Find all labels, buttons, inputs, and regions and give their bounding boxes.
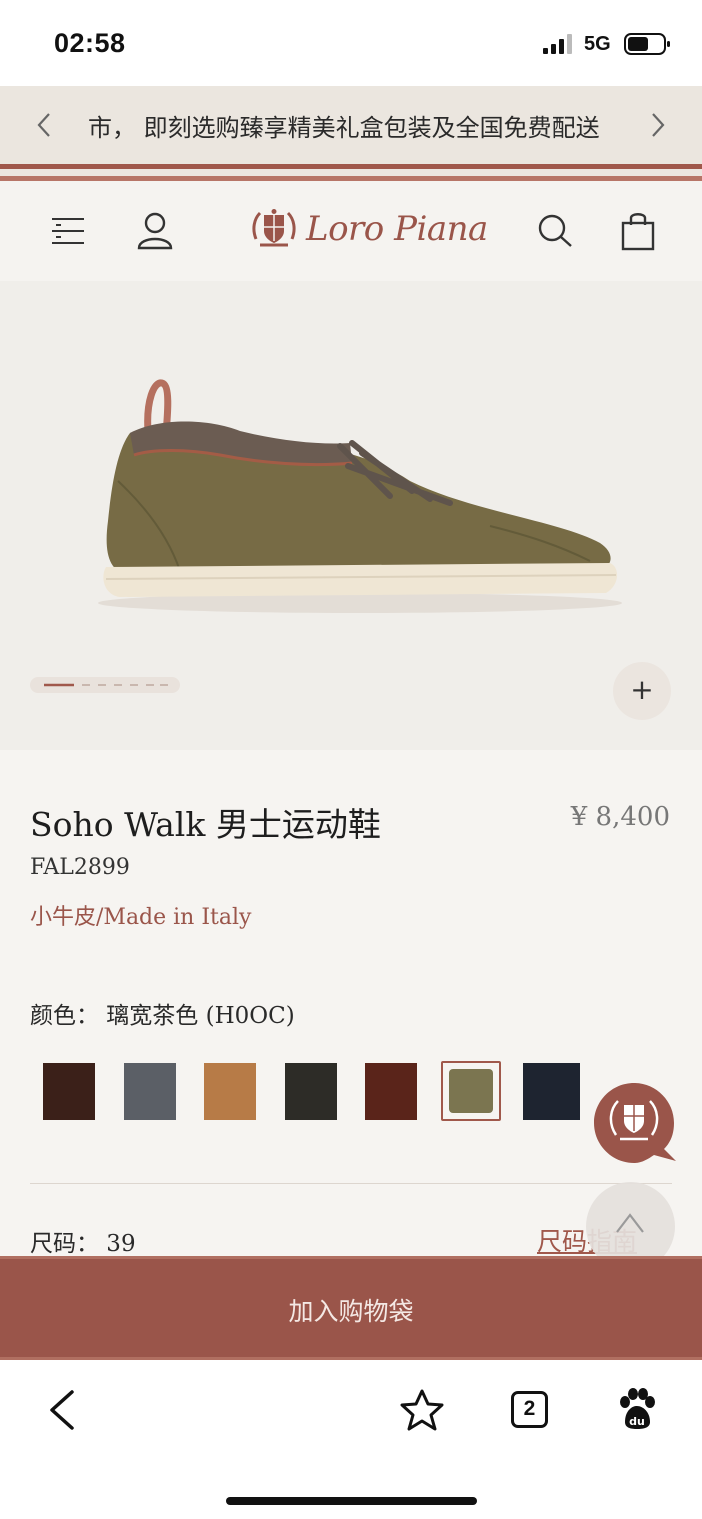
banner-divider [0, 169, 702, 176]
color-swatch[interactable] [124, 1063, 176, 1120]
plus-icon: + [630, 673, 654, 706]
swatch-fill [124, 1063, 176, 1120]
baidu-paw-icon[interactable]: du [617, 1388, 657, 1430]
tab-count: 2 [523, 1397, 536, 1420]
battery-icon [624, 33, 670, 55]
signal-icon [543, 34, 572, 54]
add-to-bag-label: 加入购物袋 [288, 1297, 414, 1326]
site-header: Loro Piana [0, 181, 702, 281]
swatch-fill [285, 1063, 337, 1120]
tabs-icon[interactable]: 2 [511, 1391, 548, 1428]
chevron-right-icon[interactable] [642, 110, 672, 140]
color-swatch[interactable] [204, 1063, 256, 1120]
brand-name: Loro Piana [306, 209, 488, 249]
browser-toolbar [0, 1360, 702, 1519]
network-type: 5G [584, 33, 611, 55]
home-indicator [226, 1497, 477, 1505]
brand-logo[interactable]: Loro Piana [250, 207, 488, 257]
color-swatch[interactable] [43, 1063, 95, 1120]
color-swatch[interactable] [365, 1063, 417, 1120]
add-to-bag-button[interactable]: 加入购物袋 [0, 1256, 702, 1360]
chat-icon[interactable] [594, 1083, 676, 1163]
announcement-banner: 市， 即刻选购臻享精美礼盒包装及全国免费配送 [0, 86, 702, 164]
shopping-bag-icon[interactable] [621, 211, 655, 251]
status-time: 02:58 [54, 28, 126, 58]
account-icon[interactable] [137, 212, 173, 250]
color-swatch-selected[interactable] [441, 1061, 501, 1121]
swatch-fill [204, 1063, 256, 1120]
swatch-fill [449, 1069, 493, 1113]
color-label: 颜色： 璃宽茶色 (H0OC) [30, 1003, 295, 1029]
product-title: Soho Walk 男士运动鞋 [30, 805, 381, 844]
color-swatch[interactable] [285, 1063, 337, 1120]
product-image [98, 379, 622, 613]
color-swatch[interactable] [523, 1063, 580, 1120]
crest-icon [252, 209, 296, 247]
bookmark-star-icon[interactable] [400, 1389, 444, 1431]
carousel-indicator[interactable] [30, 677, 180, 693]
product-sku: FAL2899 [30, 855, 130, 880]
search-icon[interactable] [537, 213, 573, 249]
swatch-fill [43, 1063, 95, 1120]
zoom-button[interactable]: + [613, 662, 671, 720]
swatch-fill [365, 1063, 417, 1120]
menu-icon[interactable] [52, 216, 84, 246]
back-icon[interactable] [48, 1390, 76, 1430]
section-divider [30, 1183, 672, 1184]
svg-text:du: du [629, 1415, 645, 1428]
product-material: 小牛皮/Made in Italy [30, 905, 252, 930]
chevron-left-icon[interactable] [30, 110, 60, 140]
swatch-fill [523, 1063, 580, 1120]
announcement-text: 市， 即刻选购臻享精美礼盒包装及全国免费配送 [88, 114, 600, 142]
product-price: ¥ 8,400 [570, 802, 670, 832]
size-label: 尺码： 39 [30, 1231, 136, 1257]
status-bar: 02:58 5G [0, 0, 702, 86]
carousel-dots [44, 683, 168, 687]
chevron-up-icon [616, 1213, 644, 1233]
